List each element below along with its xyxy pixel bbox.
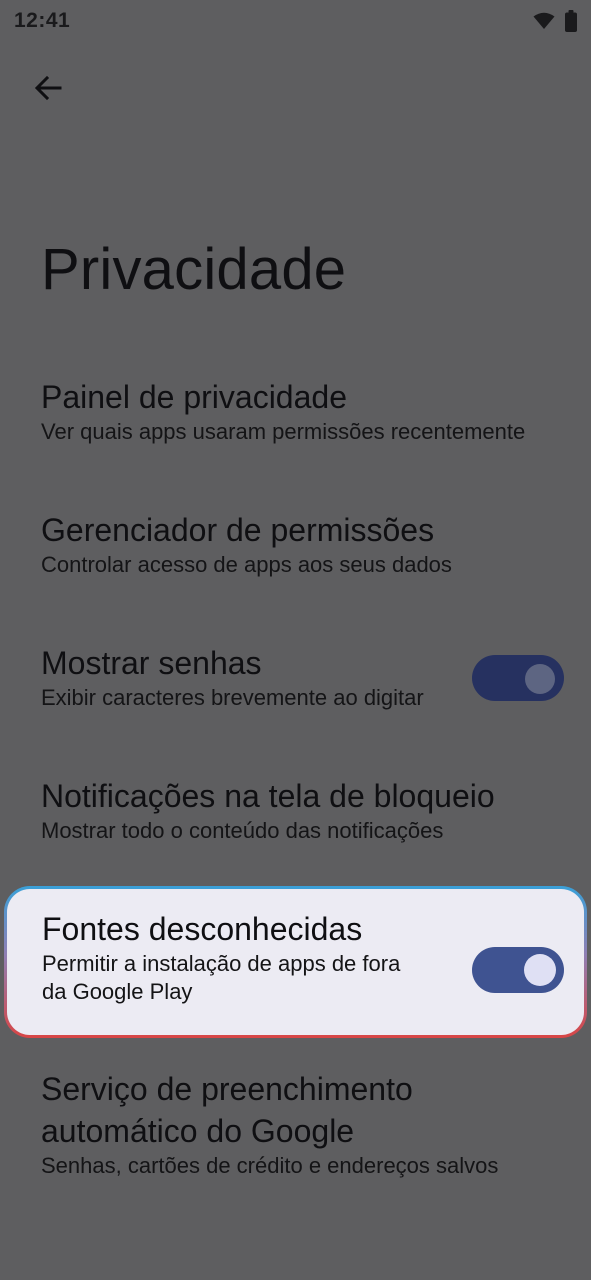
item-title: Gerenciador de permissões (41, 512, 435, 548)
unknown-sources-item[interactable]: Fontes desconhecidas Permitir a instalaç… (4, 886, 587, 1038)
item-title: Notificações na tela de bloqueio (41, 778, 495, 814)
back-arrow-icon (34, 75, 62, 101)
status-time: 12:41 (14, 9, 71, 32)
item-title: Mostrar senhas (41, 645, 262, 681)
page-title: Privacidade (41, 237, 347, 302)
back-button[interactable] (26, 66, 70, 110)
item-subtitle-line-1: Permitir a instalação de apps de fora (42, 951, 401, 976)
item-title: Painel de privacidade (41, 379, 347, 415)
item-subtitle-line-2: da Google Play (42, 979, 193, 1004)
battery-icon (565, 10, 577, 32)
toggle-knob (524, 954, 556, 986)
show-passwords-toggle[interactable] (472, 655, 564, 701)
unknown-sources-toggle[interactable] (472, 947, 564, 993)
google-autofill-item[interactable]: Serviço de preenchimento automático do G… (0, 1068, 591, 1198)
item-subtitle: Senhas, cartões de crédito e endereços s… (41, 1153, 499, 1178)
item-subtitle: Exibir caracteres brevemente ao digitar (41, 685, 424, 710)
toggle-knob (525, 664, 555, 694)
item-title: Fontes desconhecidas (42, 911, 363, 947)
wifi-icon (533, 12, 555, 29)
item-title-line-2: automático do Google (41, 1113, 355, 1149)
privacy-dashboard-item[interactable]: Painel de privacidade Ver quais apps usa… (0, 372, 591, 462)
status-icons (533, 10, 577, 32)
item-subtitle: Controlar acesso de apps aos seus dados (41, 552, 452, 577)
lock-screen-notifications-item[interactable]: Notificações na tela de bloqueio Mostrar… (0, 771, 591, 861)
item-subtitle: Ver quais apps usaram permissões recente… (41, 419, 526, 444)
item-subtitle: Mostrar todo o conteúdo das notificações (41, 818, 444, 843)
permission-manager-item[interactable]: Gerenciador de permissões Controlar aces… (0, 505, 591, 595)
show-passwords-item[interactable]: Mostrar senhas Exibir caracteres breveme… (0, 638, 591, 728)
item-title-line-1: Serviço de preenchimento (41, 1071, 413, 1107)
status-bar: 12:41 (0, 0, 591, 42)
